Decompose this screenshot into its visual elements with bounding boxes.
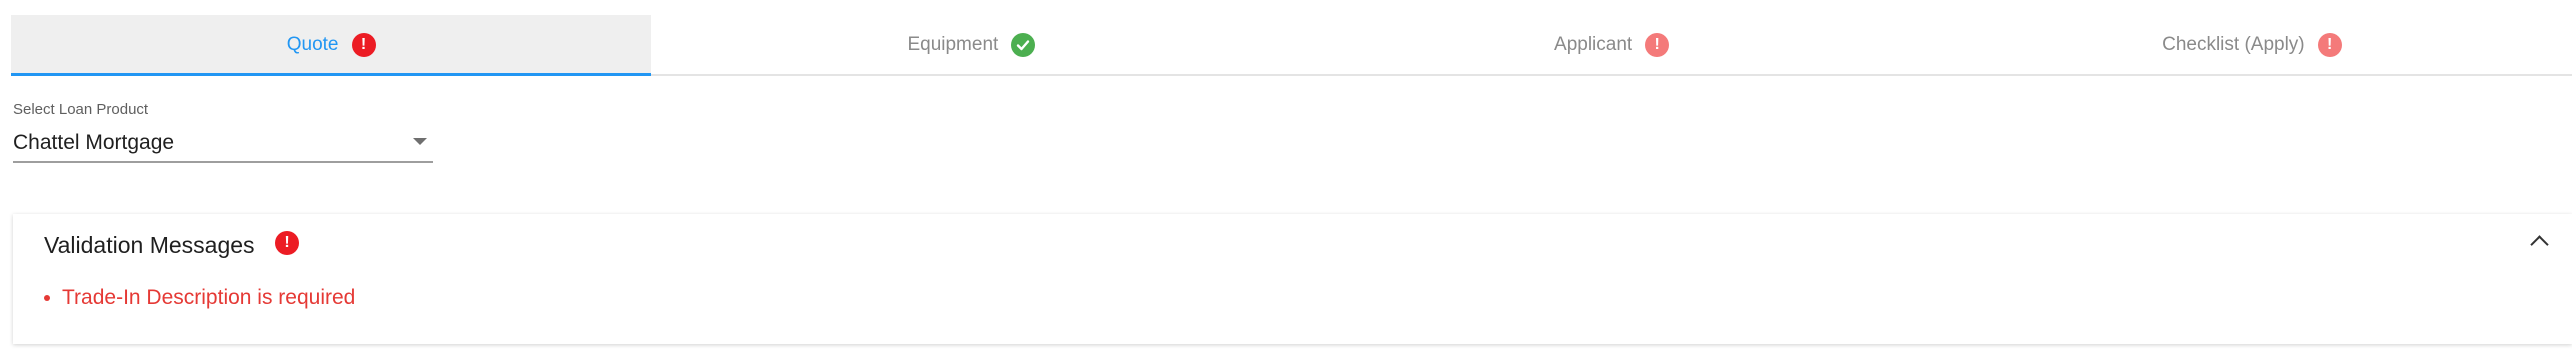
tab-equipment-label: Equipment xyxy=(907,33,999,55)
tab-checklist-label: Checklist (Apply) xyxy=(2162,33,2305,55)
error-icon: ! xyxy=(351,32,376,57)
validation-panel-header[interactable]: Validation Messages ! xyxy=(13,214,2572,276)
error-icon: ! xyxy=(2317,32,2342,57)
validation-panel: Validation Messages ! Trade-In Descripti… xyxy=(13,214,2572,344)
loan-product-label: Select Loan Product xyxy=(13,101,149,118)
tab-applicant-label: Applicant xyxy=(1554,33,1633,55)
check-circle-icon xyxy=(1011,32,1036,57)
loan-product-select: Select Loan Product Chattel Mortgage xyxy=(13,101,433,163)
tab-applicant[interactable]: Applicant ! xyxy=(1292,15,1932,74)
error-icon: ! xyxy=(275,231,299,255)
chevron-up-icon[interactable] xyxy=(2530,235,2549,254)
step-tabs: Quote ! Equipment Applicant ! Checklist … xyxy=(11,15,2572,76)
bullet-icon xyxy=(44,295,50,301)
tab-quote-label: Quote xyxy=(286,33,339,55)
loan-product-dropdown[interactable]: Chattel Mortgage xyxy=(13,125,433,163)
tab-equipment[interactable]: Equipment xyxy=(651,15,1291,74)
caret-down-icon xyxy=(413,138,427,145)
error-icon: ! xyxy=(1645,32,1670,57)
validation-message-text: Trade-In Description is required xyxy=(62,286,356,309)
validation-message-list: Trade-In Description is required xyxy=(44,286,355,310)
tab-checklist[interactable]: Checklist (Apply) ! xyxy=(1932,15,2572,74)
loan-product-value: Chattel Mortgage xyxy=(13,131,175,154)
tab-quote[interactable]: Quote ! xyxy=(11,15,652,76)
validation-title: Validation Messages xyxy=(44,232,255,258)
validation-message: Trade-In Description is required xyxy=(44,286,355,310)
